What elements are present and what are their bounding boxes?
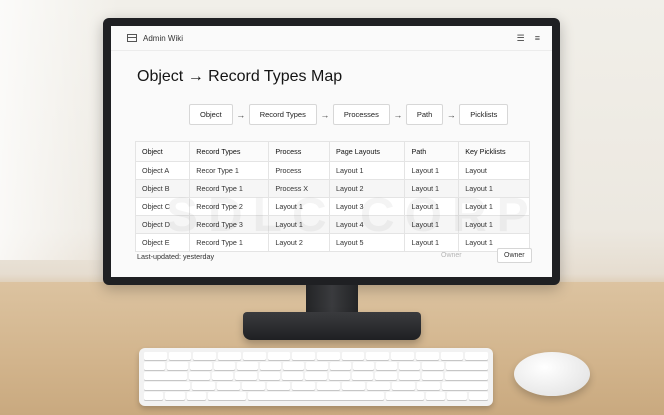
screen: Admin Wiki ☰ ≡ Object → Record Types Map…: [111, 26, 552, 277]
keyboard-row: [144, 372, 488, 380]
table-cell: Layout 1: [404, 179, 460, 198]
table-cell: Layout 1: [458, 215, 530, 234]
monitor-stand-neck: [306, 285, 358, 314]
column-header[interactable]: Key Picklists: [458, 141, 530, 162]
table-row[interactable]: Object D Record Type 3 Layout 1 Layout 4…: [134, 215, 530, 234]
owner-ghost-label: Owner: [441, 252, 462, 259]
table-cell: Object B: [134, 179, 191, 198]
table-cell: Object A: [134, 161, 191, 180]
table-cell: Layout 1: [404, 197, 460, 216]
table-row[interactable]: Object A Recor Type 1 Process Layout 1 L…: [134, 161, 530, 180]
arrow-right-icon: →: [236, 109, 246, 120]
table-row[interactable]: Object C Record Type 2 Layout 1 Layout 3…: [134, 197, 530, 216]
mouse: [514, 352, 590, 396]
table-cell: Layout 2: [268, 233, 330, 252]
table-cell: Record Type 1: [189, 179, 270, 198]
menu-lines-icon[interactable]: ☰: [517, 33, 525, 44]
table-cell: Object D: [134, 215, 191, 234]
keyboard-row: [144, 392, 489, 400]
hamburger-icon[interactable]: ≡: [535, 33, 540, 44]
table-cell: Layout 4: [328, 215, 406, 234]
table-cell: Layout 1: [268, 197, 330, 216]
monitor-stand-base: [243, 312, 421, 340]
table-cell: Layout 2: [328, 179, 406, 198]
keyboard-row: [144, 352, 489, 360]
flow-step-picklists[interactable]: Picklists: [459, 104, 509, 125]
column-header[interactable]: Record Types: [189, 141, 270, 162]
table-cell: Record Type 3: [189, 215, 270, 234]
table-cell: Object E: [134, 233, 191, 252]
table-cell: Layout 1: [458, 179, 530, 198]
flow-step-object[interactable]: Object: [189, 104, 233, 125]
table-row[interactable]: Object E Record Type 1 Layout 2 Layout 5…: [134, 233, 530, 252]
arrow-right-icon: →: [393, 109, 403, 120]
app-topbar: Admin Wiki ☰ ≡: [111, 26, 552, 51]
keyboard-row: [144, 382, 488, 390]
owner-button[interactable]: Owner: [497, 248, 532, 263]
monitor: Admin Wiki ☰ ≡ Object → Record Types Map…: [103, 18, 560, 285]
table-cell: Layout 1: [268, 215, 330, 234]
table-cell: Layout: [458, 161, 530, 180]
arrow-right-icon: →: [446, 109, 456, 120]
table-cell: Record Type 2: [189, 197, 270, 216]
table-cell: Layout 1: [404, 215, 460, 234]
table-cell: Layout 1: [404, 161, 460, 180]
column-header[interactable]: Path: [404, 141, 460, 162]
last-updated-text: Last-updated: yesterday: [137, 252, 215, 261]
table-cell: Process X: [268, 179, 330, 198]
table-cell: Layout 5: [328, 233, 406, 252]
table-header-row: Object Record Types Process Page Layouts…: [134, 141, 530, 162]
table-cell: Layout 1: [458, 197, 530, 216]
app-title: Admin Wiki: [143, 33, 184, 43]
table-cell: Record Type 1: [189, 233, 270, 252]
column-header[interactable]: Process: [268, 141, 330, 162]
keyboard-row: [144, 362, 489, 370]
flow-diagram: Object → Record Types → Processes → Path…: [189, 104, 509, 125]
table-cell: Layout 1: [404, 233, 460, 252]
app-icon: [127, 34, 137, 42]
flow-step-processes[interactable]: Processes: [332, 104, 390, 125]
table-cell: Process: [268, 161, 330, 180]
table-cell: Recor Type 1: [189, 161, 270, 180]
table-cell: Layout 1: [328, 161, 406, 180]
column-header[interactable]: Object: [134, 141, 191, 162]
topbar-actions: ☰ ≡: [517, 33, 540, 44]
flow-step-record-types[interactable]: Record Types: [248, 104, 317, 125]
keyboard: [139, 348, 493, 406]
window-light: [0, 0, 120, 260]
table-cell: Object C: [134, 197, 191, 216]
page-title: Object → Record Types Map: [137, 68, 343, 85]
flow-step-path[interactable]: Path: [405, 104, 444, 125]
arrow-right-icon: →: [320, 109, 330, 120]
record-types-table: Object Record Types Process Page Layouts…: [134, 141, 530, 252]
table-cell: Layout 3: [328, 197, 406, 216]
table-row[interactable]: Object B Record Type 1 Process X Layout …: [134, 179, 530, 198]
column-header[interactable]: Page Layouts: [328, 141, 406, 162]
